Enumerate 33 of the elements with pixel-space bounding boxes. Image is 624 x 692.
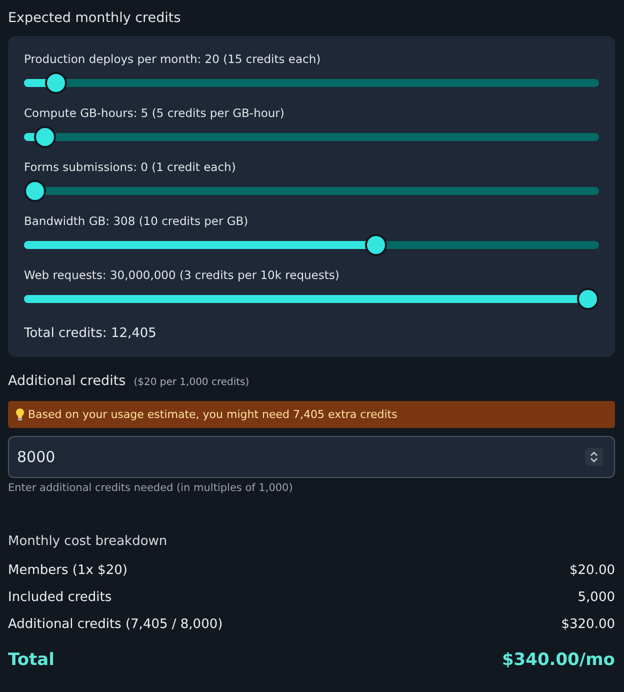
price-note: ($20 per 1,000 credits) — [134, 377, 250, 388]
cost-value: $20.00 — [570, 563, 615, 578]
slider-label: Compute GB-hours: 5 (5 credits per GB-hour) — [24, 106, 286, 120]
cost-value: 5,000 — [578, 590, 615, 605]
section-title: Additional credits — [8, 373, 126, 389]
slider-label: Production deploys per month: 20 (15 credits each) — [24, 52, 322, 66]
slider-thumb[interactable] — [34, 126, 56, 148]
total-credits: Total credits: 12,405 — [24, 326, 158, 341]
section-title: Monthly cost breakdown — [8, 534, 168, 549]
cost-label: Members (1x $20) — [8, 563, 128, 578]
slider-thumb[interactable] — [45, 72, 67, 94]
credits-input[interactable]: 8000 — [8, 436, 615, 478]
cost-value: $320.00 — [561, 617, 615, 632]
cost-label: Additional credits (7,405 / 8,000) — [8, 617, 223, 632]
slider-track[interactable] — [24, 180, 599, 202]
alert-text: Based on your usage estimate, you might need 7,405 extra credits — [28, 408, 398, 421]
stepper-icon[interactable] — [585, 448, 603, 466]
slider-thumb[interactable] — [24, 180, 46, 202]
slider-track[interactable] — [24, 126, 599, 148]
slider-track[interactable] — [24, 234, 599, 256]
help-text: Enter additional credits needed (in multiples of 1,000) — [8, 482, 294, 494]
total-value: $340.00/mo — [502, 650, 615, 670]
lightbulb-icon — [15, 408, 25, 421]
slider-thumb[interactable] — [577, 288, 599, 310]
slider-thumb[interactable] — [364, 234, 387, 256]
section-title: Expected monthly credits — [8, 10, 182, 26]
total-label: Total — [8, 650, 54, 670]
slider-label: Bandwidth GB: 308 (10 credits per GB) — [24, 214, 250, 228]
slider-track[interactable] — [24, 288, 599, 310]
cost-label: Included credits — [8, 590, 112, 605]
slider-label: Web requests: 30,000,000 (3 credits per 10k requests) — [24, 268, 340, 282]
slider-track[interactable] — [24, 72, 599, 94]
slider-label: Forms submissions: 0 (1 credit each) — [24, 160, 237, 174]
